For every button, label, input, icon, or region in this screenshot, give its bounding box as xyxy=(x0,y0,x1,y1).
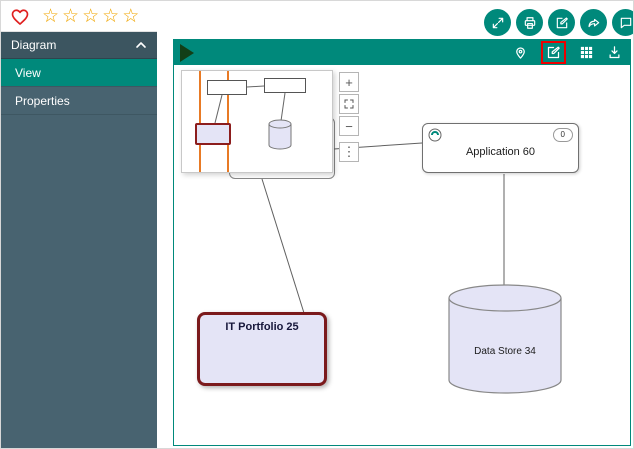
edit-button[interactable] xyxy=(548,9,575,36)
printer-icon xyxy=(523,16,537,30)
fit-screen-icon xyxy=(343,98,355,110)
star-icon[interactable]: ☆ xyxy=(82,7,99,26)
diagram-node-portfolio[interactable]: IT Portfolio 25 xyxy=(197,312,327,386)
zoom-controls: + − ⋮ xyxy=(339,72,359,162)
section-title: Diagram xyxy=(11,38,56,52)
heart-icon[interactable] xyxy=(10,7,30,26)
print-button[interactable] xyxy=(516,9,543,36)
cylinder-shape xyxy=(448,284,562,394)
comment-icon xyxy=(619,16,633,30)
diagram-toolbar xyxy=(174,40,630,65)
download-button[interactable] xyxy=(607,45,622,60)
app-window: ☆ ☆ ☆ ☆ ☆ Diagram View Properties xyxy=(0,0,634,449)
download-icon xyxy=(607,45,622,60)
diagram-panel: + − ⋮ 0 Application 60 xyxy=(173,39,631,446)
star-icon[interactable]: ☆ xyxy=(102,7,119,26)
star-icon[interactable]: ☆ xyxy=(42,7,59,26)
minimap-node-datastore xyxy=(268,119,292,151)
more-options-button[interactable]: ⋮ xyxy=(339,142,359,162)
node-label: Data Store 34 xyxy=(448,346,562,357)
window-toolbar xyxy=(484,9,634,36)
play-icon[interactable] xyxy=(180,44,194,62)
minimap[interactable] xyxy=(181,70,333,173)
edit-highlight-annotation xyxy=(541,41,566,64)
expand-button[interactable] xyxy=(484,9,511,36)
application-type-icon xyxy=(428,128,442,147)
diagram-canvas[interactable]: + − ⋮ 0 Application 60 xyxy=(174,65,630,445)
node-label: IT Portfolio 25 xyxy=(200,321,324,333)
favorites-bar: ☆ ☆ ☆ ☆ ☆ xyxy=(1,1,157,32)
diagram-edit-button[interactable] xyxy=(546,45,561,60)
chevron-up-icon[interactable] xyxy=(135,39,147,51)
sidebar-item-label: Properties xyxy=(15,94,70,108)
node-label: Application 60 xyxy=(466,146,535,158)
zoom-out-button[interactable]: − xyxy=(339,116,359,136)
fit-screen-button[interactable] xyxy=(339,94,359,114)
location-pin-icon xyxy=(513,45,528,60)
comment-button[interactable] xyxy=(612,9,634,36)
star-icon[interactable]: ☆ xyxy=(122,7,139,26)
diagram-node-application[interactable]: 0 Application 60 xyxy=(422,123,579,173)
edit-icon xyxy=(555,16,569,30)
grid-button[interactable] xyxy=(579,45,594,60)
minimap-node-portfolio xyxy=(195,123,231,145)
minimap-node xyxy=(207,80,247,95)
share-icon xyxy=(587,16,601,30)
expand-icon xyxy=(491,16,505,30)
sidebar-item-label: View xyxy=(15,66,41,80)
sidebar: ☆ ☆ ☆ ☆ ☆ Diagram View Properties xyxy=(1,1,157,449)
sidebar-item-view[interactable]: View xyxy=(1,59,157,87)
grid-icon xyxy=(579,45,594,60)
star-icon[interactable]: ☆ xyxy=(62,7,79,26)
minimap-node xyxy=(264,78,306,93)
sidebar-section-diagram[interactable]: Diagram xyxy=(1,32,157,59)
node-badge: 0 xyxy=(553,128,573,142)
star-rating[interactable]: ☆ ☆ ☆ ☆ ☆ xyxy=(42,7,139,26)
zoom-in-button[interactable]: + xyxy=(339,72,359,92)
share-button[interactable] xyxy=(580,9,607,36)
minimap-connectors xyxy=(182,71,332,172)
sidebar-item-properties[interactable]: Properties xyxy=(1,87,157,115)
edit-icon xyxy=(546,45,561,60)
diagram-node-datastore[interactable]: Data Store 34 xyxy=(448,284,562,394)
location-button[interactable] xyxy=(513,45,528,60)
